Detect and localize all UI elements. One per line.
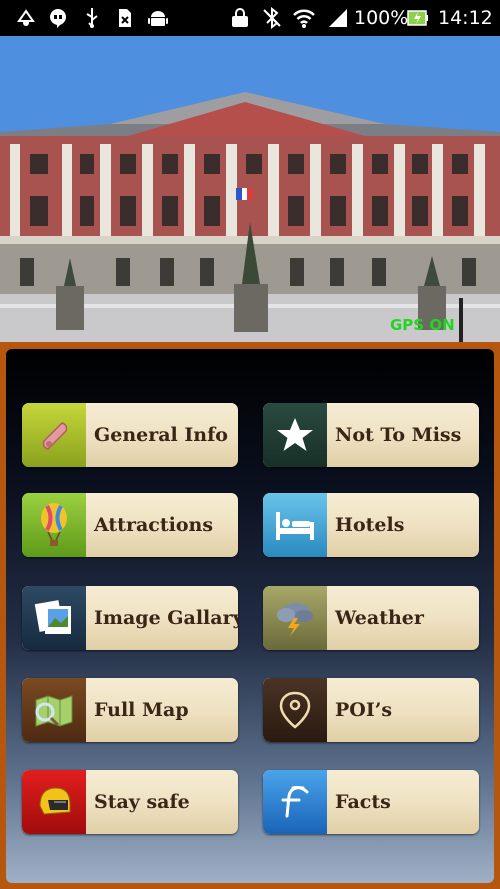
signal-icon bbox=[326, 6, 350, 30]
notification-bug-icon bbox=[14, 6, 38, 30]
pois-button[interactable]: POI’s bbox=[263, 678, 479, 742]
general-info-button[interactable]: General Info bbox=[22, 403, 238, 467]
bluetooth-off-icon bbox=[260, 6, 284, 30]
attractions-label: Attractions bbox=[94, 514, 214, 536]
stay-safe-label: Stay safe bbox=[94, 791, 190, 813]
stay-safe-button[interactable]: Stay safe bbox=[22, 770, 238, 834]
weather-button[interactable]: Weather bbox=[263, 586, 479, 650]
bed-icon bbox=[263, 493, 327, 557]
status-bar: 100% 14:12 bbox=[0, 0, 500, 36]
full-map-label: Full Map bbox=[94, 699, 189, 721]
map-icon bbox=[22, 678, 86, 742]
full-map-button[interactable]: Full Map bbox=[22, 678, 238, 742]
hangouts-icon bbox=[46, 6, 70, 30]
helmet-icon bbox=[22, 770, 86, 834]
image-gallary-button[interactable]: Image Gallary bbox=[22, 586, 238, 650]
facts-button[interactable]: Facts bbox=[263, 770, 479, 834]
usb-icon bbox=[80, 6, 104, 30]
hotels-label: Hotels bbox=[335, 514, 405, 536]
pois-label: POI’s bbox=[335, 699, 393, 721]
battery-charging-icon bbox=[406, 6, 430, 30]
facts-label: Facts bbox=[335, 791, 391, 813]
location-pin-icon bbox=[263, 678, 327, 742]
storm-cloud-icon bbox=[263, 586, 327, 650]
photos-icon bbox=[22, 586, 86, 650]
general-info-label: General Info bbox=[94, 424, 228, 446]
balloon-icon bbox=[22, 493, 86, 557]
wifi-icon bbox=[292, 6, 316, 30]
gps-status: GPS ON bbox=[390, 316, 455, 334]
star-icon bbox=[263, 403, 327, 467]
attractions-button[interactable]: Attractions bbox=[22, 493, 238, 557]
hero-image bbox=[0, 36, 500, 342]
not-to-miss-button[interactable]: Not To Miss bbox=[263, 403, 479, 467]
hotels-button[interactable]: Hotels bbox=[263, 493, 479, 557]
not-to-miss-label: Not To Miss bbox=[335, 424, 462, 446]
android-icon bbox=[146, 6, 170, 30]
weather-label: Weather bbox=[335, 607, 424, 629]
scroll-icon bbox=[22, 403, 86, 467]
clock-time: 14:12 bbox=[438, 7, 493, 29]
no-sim-icon bbox=[112, 6, 136, 30]
vpn-lock-icon bbox=[228, 6, 252, 30]
battery-percent: 100% bbox=[354, 7, 409, 29]
f-letter-icon bbox=[263, 770, 327, 834]
image-gallary-label: Image Gallary bbox=[94, 607, 238, 629]
